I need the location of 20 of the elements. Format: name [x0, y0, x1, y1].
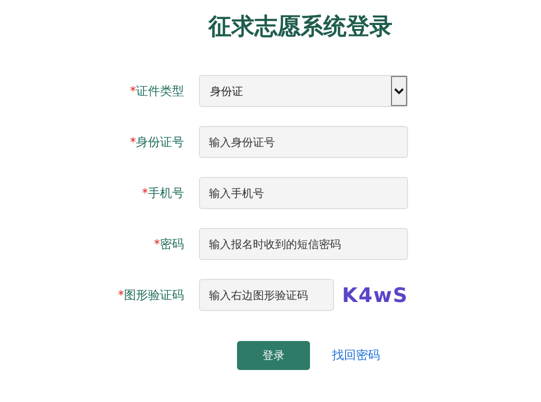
required-mark: * — [130, 134, 136, 148]
required-mark: * — [142, 186, 148, 200]
input-field[interactable]: 输入手机号 — [199, 177, 408, 209]
login-button[interactable]: 登录 — [237, 341, 310, 370]
input-field[interactable]: 输入身份证号 — [199, 126, 408, 158]
required-mark: * — [154, 236, 160, 250]
field-label: 证件类型 — [136, 84, 184, 98]
id-type-dropdown[interactable]: 身份证 — [199, 75, 408, 107]
field-label: 密码 — [160, 236, 184, 250]
field-label: 图形验证码 — [124, 288, 184, 302]
captcha-field[interactable]: 输入右边图形验证码 — [199, 279, 334, 311]
caret-icon[interactable] — [391, 76, 407, 106]
input-field[interactable]: 输入报名时收到的短信密码 — [199, 228, 408, 260]
field-label: 身份证号 — [136, 134, 184, 148]
captcha-image[interactable]: K4wS — [342, 283, 408, 307]
required-mark: * — [130, 84, 136, 98]
field-label: 手机号 — [148, 186, 184, 200]
page-title: 征求志愿系统登录 — [207, 13, 394, 42]
required-mark: * — [118, 288, 124, 302]
recover-password-link[interactable]: 找回密码 — [332, 347, 380, 364]
